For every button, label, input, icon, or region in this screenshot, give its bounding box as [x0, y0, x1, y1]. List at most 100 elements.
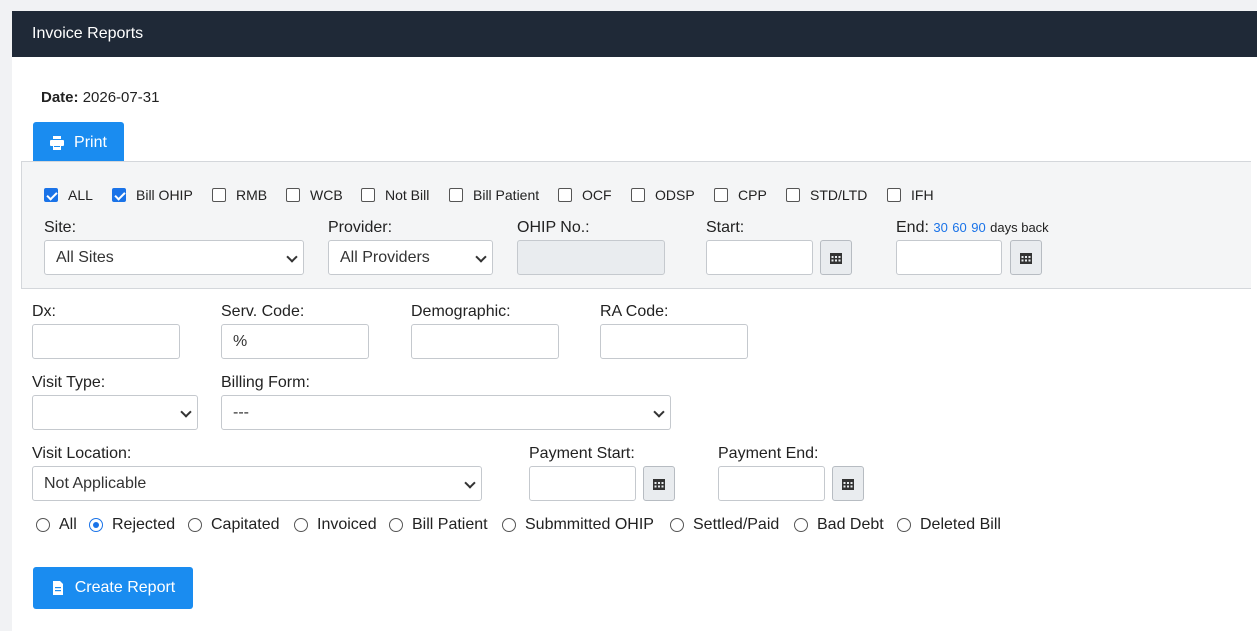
radio-rejected[interactable]: Rejected — [89, 516, 175, 534]
report-date: Date: 2026-07-31 — [41, 89, 159, 106]
print-button[interactable]: Print — [33, 122, 124, 164]
checkbox-cpp[interactable]: CPP — [714, 187, 767, 203]
radio-bad-debt-label: Bad Debt — [817, 516, 884, 533]
chevron-down-icon — [475, 251, 487, 263]
radio-all-label: All — [59, 516, 77, 533]
checkbox-wcb[interactable]: WCB — [286, 187, 343, 203]
radio-invoiced-dot[interactable] — [294, 518, 308, 532]
checkbox-rmb[interactable]: RMB — [212, 187, 267, 203]
visit-location-select[interactable]: Not Applicable — [32, 466, 482, 501]
radio-capitated[interactable]: Capitated — [188, 516, 280, 534]
end-30-days-link[interactable]: 30 — [933, 220, 947, 235]
checkbox-ocf-box[interactable] — [558, 188, 572, 202]
checkbox-not-bill-box[interactable] — [361, 188, 375, 202]
demographic-input[interactable] — [411, 324, 559, 359]
start-date-input[interactable] — [706, 240, 813, 275]
site-select-value: All Sites — [56, 249, 114, 266]
report-icon — [52, 581, 63, 595]
radio-bill-patient[interactable]: Bill Patient — [389, 516, 488, 534]
radio-capitated-label: Capitated — [211, 516, 280, 533]
radio-all[interactable]: All — [36, 516, 77, 534]
payment-start-calendar-button[interactable] — [643, 466, 675, 501]
billing-form-label: Billing Form: — [221, 374, 310, 391]
provider-select[interactable]: All Providers — [328, 240, 493, 275]
checkbox-all-box[interactable] — [44, 188, 58, 202]
serv-code-input[interactable]: % — [221, 324, 369, 359]
radio-deleted-bill-dot[interactable] — [897, 518, 911, 532]
print-button-label: Print — [74, 134, 107, 151]
radio-capitated-dot[interactable] — [188, 518, 202, 532]
end-calendar-button[interactable] — [1010, 240, 1042, 275]
dx-input[interactable] — [32, 324, 180, 359]
end-label: End: — [896, 219, 929, 236]
radio-invoiced[interactable]: Invoiced — [294, 516, 377, 534]
printer-icon — [50, 136, 65, 150]
chevron-down-icon — [653, 406, 665, 418]
checkbox-rmb-box[interactable] — [212, 188, 226, 202]
checkbox-bill-ohip[interactable]: Bill OHIP — [112, 187, 193, 203]
site-select[interactable]: All Sites — [44, 240, 304, 275]
checkbox-not-bill[interactable]: Not Bill — [361, 187, 429, 203]
provider-label: Provider: — [328, 219, 393, 236]
radio-all-dot[interactable] — [36, 518, 50, 532]
checkbox-ifh[interactable]: IFH — [887, 187, 934, 203]
radio-bill-patient-dot[interactable] — [389, 518, 403, 532]
panel-title: Invoice Reports — [12, 11, 1257, 57]
radio-settled-paid-dot[interactable] — [670, 518, 684, 532]
serv-code-label: Serv. Code: — [221, 303, 305, 320]
radio-deleted-bill[interactable]: Deleted Bill — [897, 516, 1001, 534]
demographic-label: Demographic: — [411, 303, 511, 320]
checkbox-odsp-label: ODSP — [655, 187, 695, 203]
site-label: Site: — [44, 219, 77, 236]
visit-type-select[interactable] — [32, 395, 198, 430]
radio-bad-debt[interactable]: Bad Debt — [794, 516, 884, 534]
chevron-down-icon — [180, 406, 192, 418]
ra-code-input[interactable] — [600, 324, 748, 359]
calendar-icon — [653, 478, 665, 490]
radio-submitted-ohip-dot[interactable] — [502, 518, 516, 532]
radio-rejected-label: Rejected — [112, 516, 176, 533]
checkbox-all-label: ALL — [68, 187, 93, 203]
checkbox-std-ltd-label: STD/LTD — [810, 187, 868, 203]
radio-bill-patient-label: Bill Patient — [412, 516, 488, 533]
start-calendar-button[interactable] — [820, 240, 852, 275]
radio-rejected-dot[interactable] — [89, 518, 103, 532]
checkbox-bill-patient[interactable]: Bill Patient — [449, 187, 539, 203]
checkbox-all[interactable]: ALL — [44, 187, 93, 203]
checkbox-not-bill-label: Not Bill — [385, 187, 430, 203]
date-value: 2026-07-31 — [82, 89, 160, 106]
radio-bad-debt-dot[interactable] — [794, 518, 808, 532]
checkbox-odsp[interactable]: ODSP — [631, 187, 695, 203]
checkbox-wcb-box[interactable] — [286, 188, 300, 202]
payment-start-input[interactable] — [529, 466, 636, 501]
ohip-no-label: OHIP No.: — [517, 219, 590, 236]
checkbox-cpp-label: CPP — [738, 187, 767, 203]
date-label: Date: — [41, 89, 79, 106]
payment-end-calendar-button[interactable] — [832, 466, 864, 501]
radio-submitted-ohip[interactable]: Submmitted OHIP — [502, 516, 654, 534]
checkbox-ifh-label: IFH — [911, 187, 934, 203]
checkbox-bill-ohip-box[interactable] — [112, 188, 126, 202]
checkbox-cpp-box[interactable] — [714, 188, 728, 202]
end-90-days-link[interactable]: 90 — [971, 220, 985, 235]
checkbox-ifh-box[interactable] — [887, 188, 901, 202]
end-date-input[interactable] — [896, 240, 1002, 275]
start-label: Start: — [706, 219, 745, 236]
end-60-days-link[interactable]: 60 — [952, 220, 966, 235]
visit-type-label: Visit Type: — [32, 374, 106, 391]
days-back-text: days back — [990, 220, 1049, 235]
calendar-icon — [1020, 252, 1032, 264]
checkbox-std-ltd-box[interactable] — [786, 188, 800, 202]
radio-settled-paid[interactable]: Settled/Paid — [670, 516, 779, 534]
radio-settled-paid-label: Settled/Paid — [693, 516, 780, 533]
billing-form-select[interactable]: --- — [221, 395, 671, 430]
checkbox-ocf[interactable]: OCF — [558, 187, 612, 203]
checkbox-odsp-box[interactable] — [631, 188, 645, 202]
radio-submitted-ohip-label: Submmitted OHIP — [525, 516, 654, 533]
payment-end-input[interactable] — [718, 466, 825, 501]
create-report-button[interactable]: Create Report — [33, 567, 193, 609]
billing-form-select-value: --- — [233, 404, 249, 421]
checkbox-std-ltd[interactable]: STD/LTD — [786, 187, 867, 203]
ohip-no-input[interactable] — [517, 240, 665, 275]
checkbox-bill-patient-box[interactable] — [449, 188, 463, 202]
